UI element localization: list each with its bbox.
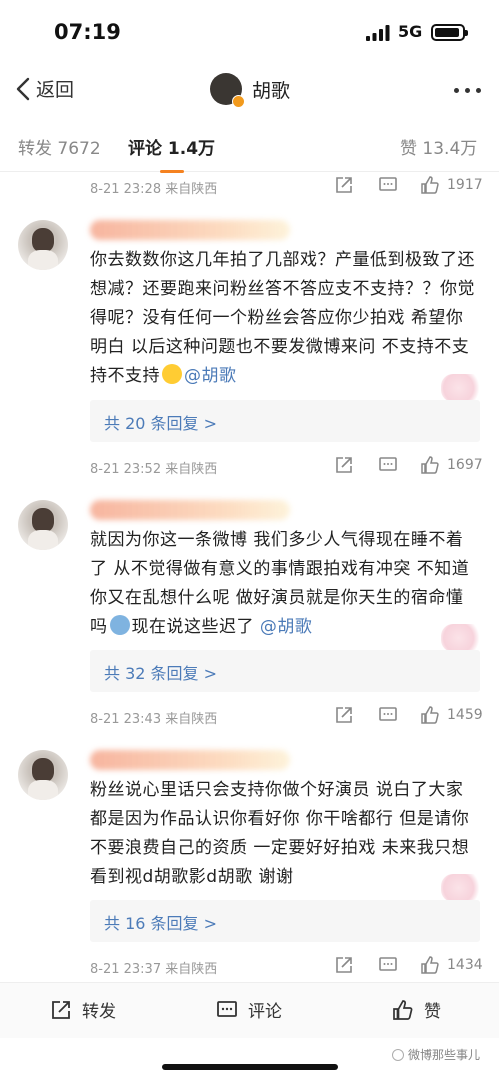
share-icon[interactable]	[334, 955, 354, 975]
dot-icon	[465, 88, 470, 93]
mention-link[interactable]: @胡歌	[184, 366, 237, 386]
comment-icon[interactable]	[378, 705, 398, 725]
commenter-name[interactable]	[90, 750, 290, 770]
like-count: 1459	[447, 707, 483, 723]
profile-header[interactable]: 胡歌	[210, 73, 291, 108]
thumbs-up-icon[interactable]	[420, 955, 440, 975]
sticker-icon	[441, 624, 485, 652]
thumbs-up-icon[interactable]	[420, 705, 440, 725]
share-icon[interactable]	[334, 455, 354, 475]
like-count: 1697	[447, 457, 483, 473]
emoji-shush-icon	[162, 364, 182, 384]
nav-bar: 返回 胡歌	[0, 62, 499, 118]
home-indicator[interactable]	[162, 1064, 338, 1070]
more-options-button[interactable]	[454, 88, 481, 93]
like-label: 赞	[424, 1002, 441, 1022]
dot-icon	[454, 88, 459, 93]
avatar[interactable]	[18, 220, 68, 270]
tab-comments[interactable]: 评论 1.4万	[128, 134, 215, 173]
back-label: 返回	[36, 79, 75, 101]
comment-meta: 8-21 23:37 来自陕西 1434	[0, 952, 499, 980]
avatar[interactable]	[18, 750, 68, 800]
repost-button[interactable]: 转发	[50, 997, 116, 1022]
avatar[interactable]	[18, 500, 68, 550]
comment-text: 粉丝说心里话只会支持你做个好演员 说白了大家都是因为作品认识你看好你 你干啥都行…	[90, 780, 470, 887]
emoji-face-icon	[109, 615, 130, 635]
network-label: 5G	[398, 22, 423, 41]
comment-meta: 8-21 23:52 来自陕西 1697	[0, 452, 499, 480]
watermark: 微博那些事儿	[392, 1046, 480, 1063]
comment-time: 8-21 23:43 来自陕西	[90, 712, 218, 727]
status-time: 07:19	[54, 20, 121, 44]
share-icon[interactable]	[334, 175, 354, 195]
avatar[interactable]	[210, 73, 245, 108]
replies-label: 共 32 条回复 >	[104, 664, 218, 683]
comment-label: 评论	[248, 1002, 282, 1022]
replies-label: 共 20 条回复 >	[104, 414, 218, 433]
status-bar: 07:19 5G	[0, 0, 499, 62]
comment-time: 8-21 23:28 来自陕西	[90, 182, 218, 197]
verified-badge-icon	[232, 95, 245, 108]
replies-button[interactable]: 共 32 条回复 >	[90, 650, 480, 692]
repost-label: 转发	[82, 1002, 116, 1022]
comment-icon[interactable]	[378, 955, 398, 975]
comment-button[interactable]: 评论	[216, 997, 282, 1022]
like-count: 1917	[447, 177, 483, 193]
tab-bar: 转发 7672 评论 1.4万 赞 13.4万	[0, 118, 499, 173]
thumbs-up-icon[interactable]	[420, 175, 440, 195]
sticker-icon	[441, 874, 485, 902]
replies-label: 共 16 条回复 >	[104, 914, 218, 933]
bottom-action-bar: 转发 评论 赞	[0, 982, 499, 1038]
like-count: 1434	[447, 957, 483, 973]
share-icon	[52, 1000, 70, 1019]
thumbs-up-icon[interactable]	[420, 455, 440, 475]
comment-text: 你去数数你这几年拍了几部戏？产量低到极致了还想减？还要跑来问粉丝答不答应支不支持…	[90, 250, 475, 386]
like-button[interactable]: 赞	[392, 997, 441, 1022]
comment-icon	[217, 1000, 237, 1017]
battery-icon	[431, 24, 468, 41]
watermark-text: 微博那些事儿	[408, 1048, 481, 1062]
tab-repost[interactable]: 转发 7672	[18, 134, 101, 159]
back-button[interactable]: 返回	[14, 75, 74, 102]
comment-meta: 8-21 23:28 来自陕西 1917	[0, 172, 499, 200]
comment-icon[interactable]	[378, 175, 398, 195]
signal-icon	[366, 25, 390, 41]
tab-likes[interactable]: 赞 13.4万	[400, 134, 477, 159]
comment-text: 就因为你这一条微博 我们多少人气得现在睡不着了 从不觉得做有意义的事情跟拍戏有冲…	[90, 530, 470, 637]
share-icon[interactable]	[334, 705, 354, 725]
commenter-name[interactable]	[90, 500, 290, 520]
comment-meta: 8-21 23:43 来自陕西 1459	[0, 702, 499, 730]
weibo-icon	[392, 1048, 404, 1061]
dot-icon	[476, 88, 481, 93]
comment-time: 8-21 23:52 来自陕西	[90, 462, 218, 477]
replies-button[interactable]: 共 16 条回复 >	[90, 900, 480, 942]
replies-button[interactable]: 共 20 条回复 >	[90, 400, 480, 442]
sticker-icon	[441, 374, 485, 402]
page-title: 胡歌	[252, 79, 291, 102]
commenter-name[interactable]	[90, 220, 290, 240]
thumbs-up-icon	[393, 999, 413, 1020]
mention-link[interactable]: @胡歌	[260, 617, 313, 637]
comment-time: 8-21 23:37 来自陕西	[90, 962, 218, 977]
comment-icon[interactable]	[378, 455, 398, 475]
chevron-left-icon	[16, 77, 30, 100]
